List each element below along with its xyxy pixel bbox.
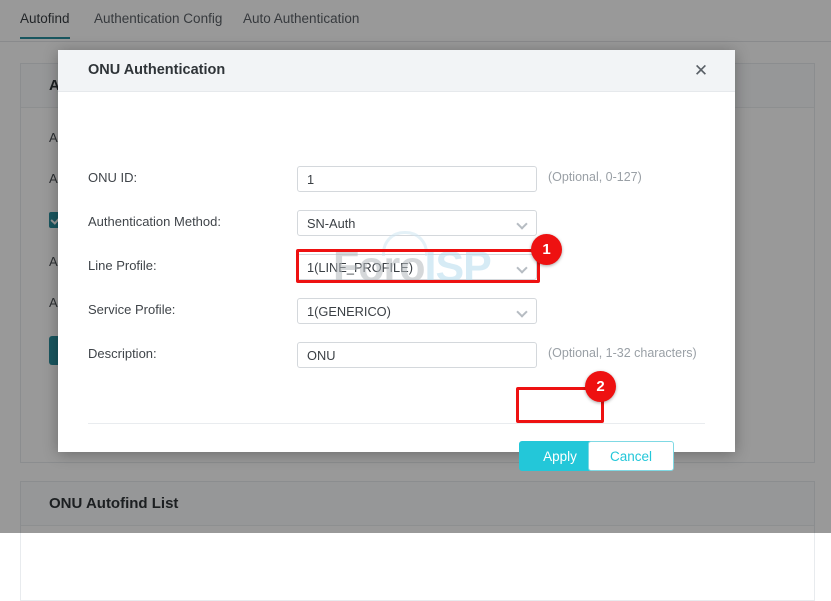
label-line-profile: Line Profile: bbox=[88, 258, 157, 273]
chevron-down-icon bbox=[518, 220, 527, 229]
field-row-authentication-method: Authentication Method: SN-Auth bbox=[88, 210, 705, 236]
field-row-description: Description: ONU (Optional, 1-32 charact… bbox=[88, 342, 705, 368]
dialog-divider bbox=[88, 423, 705, 424]
close-icon[interactable]: ✕ bbox=[691, 61, 711, 81]
chevron-down-icon bbox=[518, 264, 527, 273]
input-description[interactable]: ONU bbox=[297, 342, 537, 368]
field-row-line-profile: Line Profile: 1(LINE_PROFILE) bbox=[88, 254, 705, 280]
cancel-button[interactable]: Cancel bbox=[588, 441, 674, 471]
field-row-service-profile: Service Profile: 1(GENERICO) bbox=[88, 298, 705, 324]
chevron-down-icon bbox=[518, 308, 527, 317]
input-onu-id-value: 1 bbox=[307, 172, 315, 187]
dialog-title: ONU Authentication bbox=[88, 62, 226, 78]
label-authentication-method: Authentication Method: bbox=[88, 214, 221, 229]
field-row-onu-id: ONU ID: 1 (Optional, 0-127) bbox=[88, 166, 705, 192]
select-authentication-method[interactable]: SN-Auth bbox=[297, 210, 537, 236]
hint-description: (Optional, 1-32 characters) bbox=[548, 346, 697, 360]
select-line-profile-value: 1(LINE_PROFILE) bbox=[307, 260, 413, 275]
label-description: Description: bbox=[88, 346, 157, 361]
select-line-profile[interactable]: 1(LINE_PROFILE) bbox=[297, 254, 537, 280]
step-badge-1: 1 bbox=[531, 234, 562, 265]
dialog-body: ONU ID: 1 (Optional, 0-127) Authenticati… bbox=[58, 92, 735, 394]
input-onu-id[interactable]: 1 bbox=[297, 166, 537, 192]
step-badge-2: 2 bbox=[585, 371, 616, 402]
select-authentication-method-value: SN-Auth bbox=[307, 216, 356, 231]
dialog-header: ONU Authentication ✕ bbox=[58, 50, 735, 92]
dialog-footer: Apply Cancel bbox=[58, 423, 735, 471]
label-onu-id: ONU ID: bbox=[88, 170, 138, 185]
label-service-profile: Service Profile: bbox=[88, 302, 176, 317]
input-description-value: ONU bbox=[307, 348, 336, 363]
onu-authentication-dialog: ONU Authentication ✕ ONU ID: 1 (Optional… bbox=[58, 50, 735, 471]
select-service-profile[interactable]: 1(GENERICO) bbox=[297, 298, 537, 324]
select-service-profile-value: 1(GENERICO) bbox=[307, 304, 391, 319]
hint-onu-id: (Optional, 0-127) bbox=[548, 170, 642, 184]
